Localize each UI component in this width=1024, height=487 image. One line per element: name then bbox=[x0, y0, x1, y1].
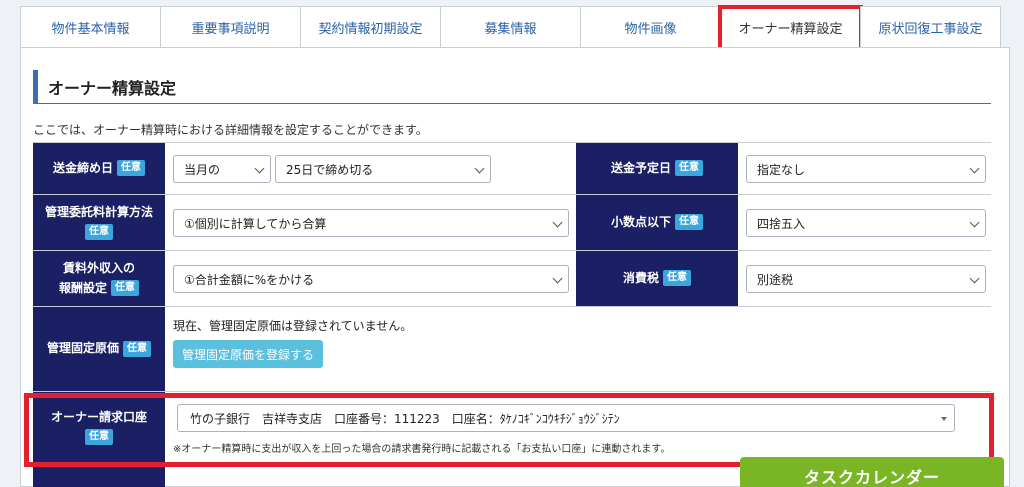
tab-label: 物件基本情報 bbox=[51, 22, 130, 37]
optional-badge: 任意 bbox=[85, 429, 113, 445]
tab-label: 物件画像 bbox=[624, 22, 677, 37]
tab-important-matters[interactable]: 重要事項説明 bbox=[160, 6, 301, 48]
tab-restoration-work[interactable]: 原状回復工事設定 bbox=[860, 6, 1001, 48]
owner-account-note: ※オーナー精算時に支出が収入を上回った場合の請求書発行時に記載される「お支払い口… bbox=[173, 444, 671, 455]
tab-label: 重要事項説明 bbox=[191, 22, 270, 37]
chevron-down-icon bbox=[474, 163, 485, 174]
closing-day-label: 送金締め日 任意 bbox=[33, 143, 165, 194]
non-rent-income-label: 賃料外収入の 報酬設定 任意 bbox=[33, 251, 165, 306]
tab-recruitment-info[interactable]: 募集情報 bbox=[440, 6, 581, 48]
select-value: 竹の子銀行 吉祥寺支店 口座番号：111223 口座名：ﾀｹﾉｺｷﾞﾝｺｳｷﾁｼ… bbox=[190, 411, 620, 426]
tab-contract-initial-settings[interactable]: 契約情報初期設定 bbox=[300, 6, 441, 48]
section-title: オーナー精算設定 bbox=[33, 70, 991, 104]
non-rent-income-select[interactable]: ①合計金額に%をかける bbox=[173, 265, 569, 293]
label-text: 送金予定日 bbox=[610, 160, 671, 175]
label-text: 管理固定原価 bbox=[46, 341, 119, 356]
transfer-date-select[interactable]: 指定なし bbox=[746, 155, 986, 183]
optional-badge: 任意 bbox=[675, 160, 703, 177]
label-text: 賃料外収入の bbox=[62, 261, 135, 276]
decimal-select[interactable]: 四捨五入 bbox=[746, 209, 986, 237]
register-fixed-cost-button[interactable]: 管理固定原価を登録する bbox=[173, 340, 323, 368]
chevron-down-icon bbox=[969, 273, 980, 284]
optional-badge: 任意 bbox=[663, 270, 691, 287]
select-value: ①個別に計算してから合算 bbox=[184, 216, 327, 231]
owner-account-select[interactable]: 竹の子銀行 吉祥寺支店 口座番号：111223 口座名：ﾀｹﾉｺｷﾞﾝｺｳｷﾁｼ… bbox=[177, 404, 955, 432]
settings-form: 送金締め日 任意 当月の 25日で締め切る 送金予定日 任意 指定なし 管理委託料計… bbox=[33, 142, 991, 487]
row-calc-method: 管理委託料計算方法 任意 ①個別に計算してから合算 小数点以下 任意 四捨五入 bbox=[33, 195, 991, 251]
calc-method-label: 管理委託料計算方法 任意 bbox=[33, 195, 165, 250]
select-value: 別途税 bbox=[757, 272, 794, 287]
tab-bar: 物件基本情報 重要事項説明 契約情報初期設定 募集情報 物件画像 オーナー精算設… bbox=[20, 5, 1001, 51]
select-value: 25日で締め切る bbox=[286, 162, 374, 177]
tab-label: オーナー精算設定 bbox=[738, 22, 843, 37]
label-text: オーナー請求口座 bbox=[50, 410, 147, 425]
consumption-tax-select[interactable]: 別途税 bbox=[746, 265, 986, 293]
chevron-down-icon bbox=[254, 163, 265, 174]
select-value: 四捨五入 bbox=[757, 216, 806, 231]
tab-label: 原状回復工事設定 bbox=[878, 22, 983, 37]
button-label: タスクカレンダー bbox=[803, 468, 940, 487]
select-value: ①合計金額に%をかける bbox=[184, 272, 315, 287]
label-text: 送金締め日 bbox=[52, 160, 113, 175]
task-calendar-button[interactable]: タスクカレンダー bbox=[740, 457, 1004, 487]
fixed-cost-label: 管理固定原価 任意 bbox=[33, 307, 165, 391]
row-closing-day: 送金締め日 任意 当月の 25日で締め切る 送金予定日 任意 指定なし bbox=[33, 143, 991, 195]
closing-month-select[interactable]: 当月の bbox=[173, 155, 271, 183]
chevron-down-icon bbox=[969, 217, 980, 228]
tab-property-images[interactable]: 物件画像 bbox=[580, 6, 721, 48]
row-fixed-cost: 管理固定原価 任意 現在、管理固定原価は登録されていません。 管理固定原価を登録す… bbox=[33, 307, 991, 392]
optional-badge: 任意 bbox=[117, 160, 145, 177]
label-text: 報酬設定 bbox=[58, 280, 107, 295]
select-value: 指定なし bbox=[757, 162, 806, 177]
select-value: 当月の bbox=[184, 162, 221, 177]
owner-account-label: オーナー請求口座 任意 bbox=[33, 392, 165, 463]
label-text: 管理委託料計算方法 bbox=[44, 205, 153, 220]
settings-panel: オーナー精算設定 ここでは、オーナー精算時における詳細情報を設定することができま… bbox=[20, 47, 1010, 487]
transfer-date-label: 送金予定日 任意 bbox=[576, 143, 738, 194]
chevron-down-icon bbox=[552, 273, 563, 284]
label-text: 消費税 bbox=[622, 270, 659, 285]
optional-badge: 任意 bbox=[111, 280, 139, 296]
row-owner-account: オーナー請求口座 任意 竹の子銀行 吉祥寺支店 口座番号：111223 口座名：… bbox=[33, 392, 991, 464]
closing-day-select[interactable]: 25日で締め切る bbox=[275, 155, 491, 183]
tab-label: 募集情報 bbox=[484, 22, 537, 37]
optional-badge: 任意 bbox=[675, 214, 703, 231]
consumption-tax-label: 消費税 任意 bbox=[576, 251, 738, 306]
chevron-down-icon bbox=[969, 163, 980, 174]
label-text: 小数点以下 bbox=[610, 214, 671, 229]
next-row-label bbox=[33, 464, 165, 487]
fixed-cost-status: 現在、管理固定原価は登録されていません。 bbox=[173, 319, 413, 333]
optional-badge: 任意 bbox=[85, 224, 113, 240]
row-non-rent-income: 賃料外収入の 報酬設定 任意 ①合計金額に%をかける 消費税 任意 別途税 bbox=[33, 251, 991, 307]
chevron-down-icon bbox=[552, 217, 563, 228]
optional-badge: 任意 bbox=[123, 340, 151, 357]
tab-owner-settlement[interactable]: オーナー精算設定 bbox=[718, 5, 863, 51]
calc-method-select[interactable]: ①個別に計算してから合算 bbox=[173, 209, 569, 237]
section-description: ここでは、オーナー精算時における詳細情報を設定することができます。 bbox=[33, 123, 428, 137]
tab-property-basic-info[interactable]: 物件基本情報 bbox=[20, 6, 161, 48]
tab-label: 契約情報初期設定 bbox=[318, 22, 423, 37]
caret-down-icon bbox=[941, 417, 947, 421]
decimal-label: 小数点以下 任意 bbox=[576, 195, 738, 250]
